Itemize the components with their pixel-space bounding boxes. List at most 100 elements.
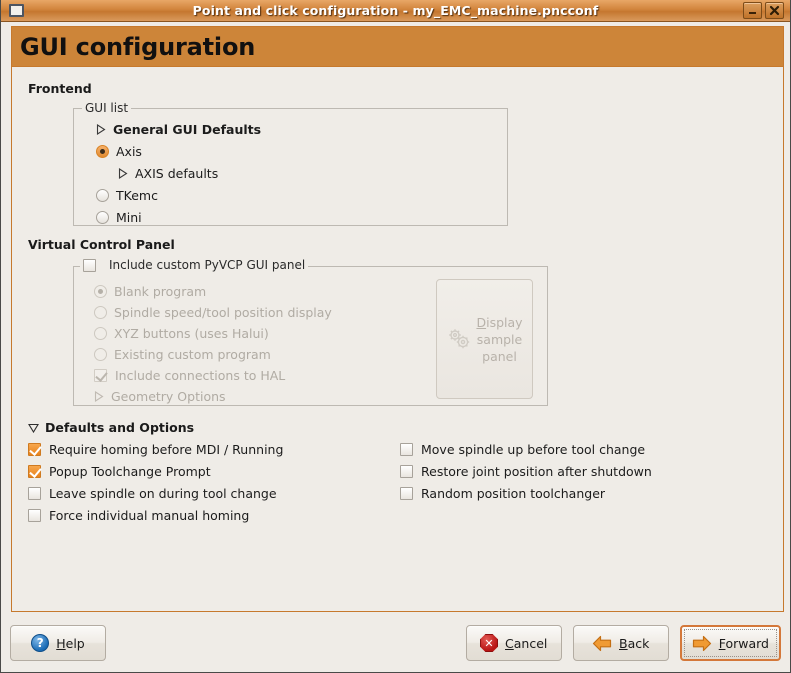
gui-item-label: Axis xyxy=(116,143,142,159)
display-sample-panel-label: Display sample panel xyxy=(476,314,522,365)
radio-mini[interactable] xyxy=(96,210,109,224)
checkbox-leave-spindle-on[interactable] xyxy=(28,486,41,500)
vcp-option-label: Spindle speed/tool position display xyxy=(114,305,332,320)
option-restore-joint-position[interactable]: Restore joint position after shutdown xyxy=(400,460,652,482)
help-accel: H xyxy=(56,635,66,651)
gui-list-title: GUI list xyxy=(82,101,132,115)
gears-icon xyxy=(449,329,470,349)
checkbox-restore-joint-position[interactable] xyxy=(400,464,413,478)
help-label-rest: elp xyxy=(65,635,85,651)
minimize-button[interactable] xyxy=(743,2,762,19)
vcp-section-label: Virtual Control Panel xyxy=(28,237,175,252)
vcp-option-label: Include connections to HAL xyxy=(115,368,286,383)
option-random-toolchanger[interactable]: Random position toolchanger xyxy=(400,482,652,504)
radio-existing-program xyxy=(94,348,107,361)
checkbox-include-pyvcp[interactable] xyxy=(83,258,96,272)
action-bar: ? Help ✕ Cancel Back Forward xyxy=(1,614,790,672)
radio-spindle-display xyxy=(94,306,107,319)
radio-xyz-buttons xyxy=(94,327,107,340)
vcp-option-label: XYZ buttons (uses Halui) xyxy=(114,326,269,341)
cancel-icon: ✕ xyxy=(480,634,499,652)
close-button[interactable] xyxy=(765,2,784,19)
minimize-icon xyxy=(749,11,756,14)
content-pane: GUI configuration Frontend GUI list Gene… xyxy=(11,26,784,612)
option-require-homing[interactable]: Require homing before MDI / Running xyxy=(28,438,400,460)
radio-blank-program xyxy=(94,285,107,298)
option-move-spindle-up[interactable]: Move spindle up before tool change xyxy=(400,438,652,460)
option-label: Restore joint position after shutdown xyxy=(421,463,652,479)
vcp-option-label: Blank program xyxy=(114,284,207,299)
gui-item-axis-defaults[interactable]: AXIS defaults xyxy=(74,162,507,184)
cancel-label-rest: ancel xyxy=(513,635,548,651)
option-label: Force individual manual homing xyxy=(49,507,250,523)
navigation-buttons: ✕ Cancel Back Forward xyxy=(465,625,781,661)
defaults-and-options-header[interactable]: Defaults and Options xyxy=(28,420,767,435)
checkbox-popup-toolchange[interactable] xyxy=(28,464,41,478)
pyvcp-group: Include custom PyVCP GUI panel Blank pro… xyxy=(73,258,548,406)
pyvcp-toggle[interactable]: Include custom PyVCP GUI panel xyxy=(80,258,309,272)
vcp-option-label: Geometry Options xyxy=(111,389,226,404)
gui-list-group: GUI list General GUI Defaults Axis AXIS … xyxy=(73,101,508,228)
checkbox-hal-connections xyxy=(94,369,107,382)
help-icon: ? xyxy=(31,634,50,652)
back-accel: B xyxy=(619,635,628,651)
help-button-label: Help xyxy=(56,636,85,651)
gui-item-label: AXIS defaults xyxy=(135,165,219,181)
close-icon xyxy=(769,5,780,16)
gui-item-label: TKemc xyxy=(116,187,158,203)
focus-ring xyxy=(683,629,777,657)
gui-item-axis[interactable]: Axis xyxy=(74,140,507,162)
option-leave-spindle-on[interactable]: Leave spindle on during tool change xyxy=(28,482,400,504)
frontend-section-label: Frontend xyxy=(28,81,92,96)
page-title: GUI configuration xyxy=(20,32,256,61)
gui-item-tkemc[interactable]: TKemc xyxy=(74,184,507,206)
page-banner: GUI configuration xyxy=(12,27,783,67)
cancel-button-label: Cancel xyxy=(505,636,547,651)
window-icon[interactable] xyxy=(9,4,24,17)
expander-down-icon[interactable] xyxy=(28,423,39,433)
option-force-manual-homing[interactable]: Force individual manual homing xyxy=(28,504,400,526)
defaults-right-column: Move spindle up before tool change Resto… xyxy=(400,438,652,526)
back-button[interactable]: Back xyxy=(572,625,669,661)
back-label-rest: ack xyxy=(627,635,650,651)
gui-item-mini[interactable]: Mini xyxy=(74,206,507,228)
page-body: Frontend GUI list General GUI Defaults A… xyxy=(12,67,783,611)
expander-right-icon[interactable] xyxy=(118,167,128,179)
window-titlebar[interactable]: Point and click configuration - my_EMC_m… xyxy=(1,0,790,22)
forward-button[interactable]: Forward xyxy=(679,625,781,661)
cancel-button[interactable]: ✕ Cancel xyxy=(465,625,562,661)
defaults-options-grid: Require homing before MDI / Running Popu… xyxy=(28,438,767,526)
option-label: Require homing before MDI / Running xyxy=(49,441,284,457)
help-button[interactable]: ? Help xyxy=(10,625,106,661)
option-label: Move spindle up before tool change xyxy=(421,441,646,457)
radio-axis[interactable] xyxy=(96,144,109,158)
checkbox-require-homing[interactable] xyxy=(28,442,41,456)
sample-panel-line1-rest: isplay xyxy=(486,314,523,330)
expander-right-icon[interactable] xyxy=(96,123,106,135)
pyvcp-toggle-label: Include custom PyVCP GUI panel xyxy=(109,258,306,272)
arrow-left-icon xyxy=(592,635,612,651)
checkbox-force-manual-homing[interactable] xyxy=(28,508,41,522)
radio-tkemc[interactable] xyxy=(96,188,109,202)
gui-item-label: Mini xyxy=(116,209,142,225)
defaults-left-column: Require homing before MDI / Running Popu… xyxy=(28,438,400,526)
window-controls xyxy=(743,2,787,19)
display-sample-panel-button: Display sample panel xyxy=(436,279,533,399)
checkbox-move-spindle-up[interactable] xyxy=(400,442,413,456)
option-label: Leave spindle on during tool change xyxy=(49,485,277,501)
expander-right-icon xyxy=(94,391,104,402)
gui-item-general-defaults[interactable]: General GUI Defaults xyxy=(74,118,507,140)
gui-item-label: General GUI Defaults xyxy=(113,121,262,137)
option-label: Random position toolchanger xyxy=(421,485,606,501)
checkbox-random-toolchanger[interactable] xyxy=(400,486,413,500)
back-button-label: Back xyxy=(619,636,649,651)
vcp-option-label: Existing custom program xyxy=(114,347,271,362)
cancel-accel: C xyxy=(505,635,514,651)
application-window: Point and click configuration - my_EMC_m… xyxy=(0,0,791,673)
sample-panel-line2: sample xyxy=(476,331,523,347)
option-label: Popup Toolchange Prompt xyxy=(49,463,211,479)
option-popup-toolchange[interactable]: Popup Toolchange Prompt xyxy=(28,460,400,482)
sample-panel-accel: D xyxy=(476,314,487,330)
sample-panel-line3: panel xyxy=(482,348,517,364)
defaults-and-options-label: Defaults and Options xyxy=(45,420,195,435)
